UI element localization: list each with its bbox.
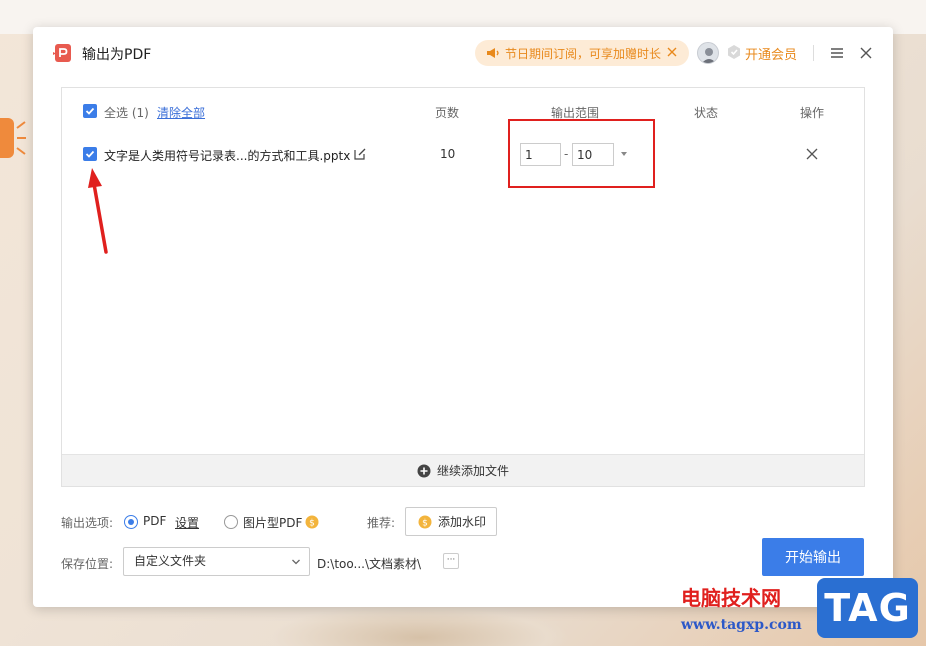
chevron-down-icon: [292, 559, 300, 565]
svg-text:$: $: [422, 518, 428, 528]
start-export-button[interactable]: 开始输出: [762, 538, 864, 576]
avatar-image: [702, 48, 716, 63]
add-more-files-label: 继续添加文件: [436, 464, 509, 478]
background-speaker-icon: [0, 118, 14, 158]
watermark-url: www.tagxp.com: [681, 617, 802, 633]
dialog-close-icon[interactable]: [859, 46, 873, 60]
save-location-value: 自定义文件夹: [134, 554, 207, 568]
select-count: (1): [131, 106, 149, 120]
select-all-checkbox[interactable]: [83, 104, 97, 118]
vip-diamond-icon: [728, 45, 740, 59]
image-pdf-radio-label[interactable]: 图片型PDF: [243, 514, 302, 531]
add-watermark-button[interactable]: $ 添加水印: [405, 507, 497, 536]
premium-coin-icon: $: [418, 515, 432, 528]
dialog-titlebar: 输出为PDF 节日期间订阅，可享加赠时长 开通会员: [33, 27, 893, 79]
titlebar-divider: [813, 45, 814, 61]
pdf-radio[interactable]: [124, 515, 138, 529]
browse-path-button[interactable]: ···: [443, 553, 459, 569]
select-all-text: 全选: [104, 106, 129, 120]
clear-all-link[interactable]: 清除全部: [157, 104, 205, 121]
add-watermark-label: 添加水印: [438, 515, 487, 529]
image-pdf-radio[interactable]: [224, 515, 238, 529]
promo-text: 节日期间订阅，可享加赠时长: [505, 46, 662, 61]
watermark-site-name: 电脑技术网: [681, 586, 781, 610]
settings-link[interactable]: 设置: [175, 514, 199, 531]
background-sound-lines-icon: [16, 121, 26, 155]
save-path-text: D:\too...\文档素材\: [317, 557, 422, 571]
megaphone-icon: [487, 48, 499, 58]
save-location-select[interactable]: 自定义文件夹: [123, 547, 310, 576]
header-status: 状态: [694, 106, 719, 120]
vip-link[interactable]: 开通会员: [745, 44, 797, 63]
user-avatar[interactable]: [697, 42, 719, 64]
premium-coin-icon: $: [305, 515, 319, 529]
promo-banner[interactable]: 节日期间订阅，可享加赠时长: [475, 40, 689, 66]
output-options-label: 输出选项:: [61, 516, 114, 530]
file-list-panel: 全选 (1) 清除全部 页数 输出范围 状态 操作 文字是人类用符号记录表...…: [61, 87, 865, 487]
svg-text:$: $: [309, 519, 315, 529]
export-pdf-dialog: 输出为PDF 节日期间订阅，可享加赠时长 开通会员 全选 (1) 清除全部 页数…: [33, 27, 893, 607]
header-action: 操作: [800, 106, 825, 120]
checkmark-icon: [85, 107, 95, 115]
watermark-tag-logo: TAG: [817, 578, 918, 638]
pdf-radio-label[interactable]: PDF: [143, 514, 166, 528]
dialog-title: 输出为PDF: [82, 47, 152, 63]
annotation-arrow: [88, 168, 108, 254]
annotation-highlight-box: [508, 119, 655, 188]
header-pages: 页数: [435, 106, 460, 120]
recommend-label: 推荐:: [367, 516, 396, 530]
promo-close-icon[interactable]: [665, 45, 679, 59]
add-more-files-button[interactable]: 继续添加文件: [62, 454, 864, 486]
menu-icon[interactable]: [830, 46, 844, 60]
plus-circle-icon: [417, 464, 431, 477]
save-location-label: 保存位置:: [61, 557, 114, 571]
remove-file-icon[interactable]: [805, 147, 819, 161]
select-all-label: 全选 (1): [104, 104, 149, 121]
page-count: 10: [440, 147, 456, 161]
checkmark-icon: [85, 150, 95, 158]
row-checkbox[interactable]: [83, 147, 97, 161]
pdf-app-icon: [53, 44, 71, 62]
background-illustration: [270, 604, 570, 646]
file-name: 文字是人类用符号记录表...的方式和工具.pptx: [104, 149, 351, 163]
edit-icon[interactable]: [353, 147, 367, 161]
